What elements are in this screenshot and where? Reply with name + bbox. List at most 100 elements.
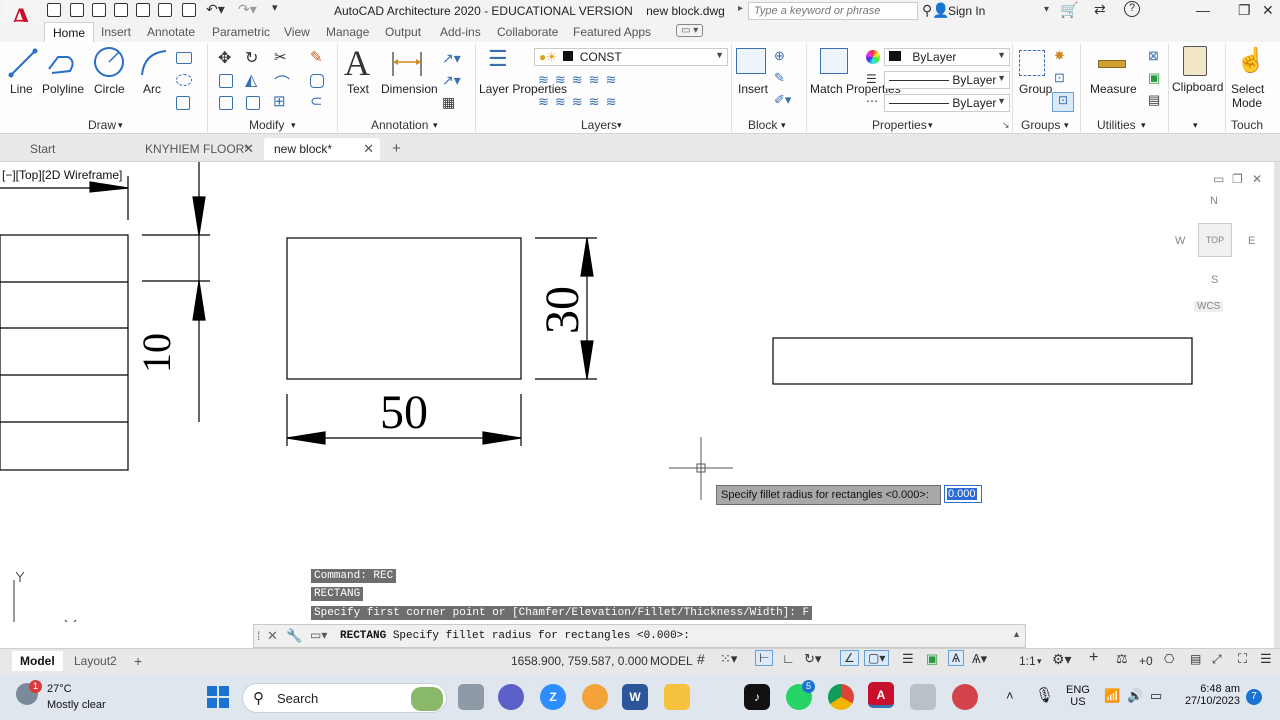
tab-output[interactable]: Output: [385, 25, 421, 39]
annotation-expand-icon[interactable]: ▾: [433, 120, 438, 131]
compass-east[interactable]: E: [1248, 235, 1255, 247]
customize-status-icon[interactable]: ☰: [1260, 651, 1272, 667]
ribbon-toggle-icon[interactable]: ▭ ▾: [676, 24, 704, 37]
polar-icon[interactable]: ∟: [782, 651, 795, 666]
groups-expand-icon[interactable]: ▾: [1064, 120, 1069, 131]
open-folder-icon[interactable]: [70, 3, 84, 17]
transparency-icon[interactable]: ▣: [926, 651, 938, 667]
taskbar-search[interactable]: ⚲ Search: [242, 683, 447, 713]
measure-icon[interactable]: [1098, 60, 1126, 68]
circle-icon[interactable]: [92, 45, 126, 79]
dynamic-input-field[interactable]: 0.000: [944, 485, 982, 503]
cursor-coordinates[interactable]: 1658.900, 759.587, 0.000: [511, 654, 648, 668]
edit-block-icon[interactable]: ✎: [774, 70, 785, 86]
windows-start-icon[interactable]: [207, 686, 229, 708]
web-save-icon[interactable]: [158, 3, 172, 17]
group-icon[interactable]: [1019, 50, 1045, 76]
leader-icon[interactable]: ↗▾: [442, 50, 461, 67]
tab-add-ins[interactable]: Add-ins: [440, 25, 481, 39]
layer-properties-icon[interactable]: ☰: [488, 46, 518, 76]
notification-count-badge[interactable]: 7: [1246, 689, 1262, 705]
linetype-dropdown[interactable]: ByLayer ▼: [884, 94, 1010, 112]
plot-icon[interactable]: [182, 3, 196, 17]
layer-tools-row2[interactable]: ≋≋≋≋≋: [538, 94, 622, 110]
ortho-icon[interactable]: ⊢: [755, 650, 774, 666]
polyline-icon[interactable]: [46, 47, 78, 79]
customize-wrench-icon[interactable]: 🔧: [286, 628, 302, 644]
move-icon[interactable]: ✥: [218, 48, 231, 68]
word-app-icon[interactable]: W: [622, 684, 648, 710]
circle-label[interactable]: Circle: [94, 82, 125, 96]
weather-description[interactable]: Mostly clear: [47, 699, 106, 711]
recorder-app-icon[interactable]: [952, 684, 978, 710]
clipboard-expand-icon[interactable]: ▾: [1193, 120, 1198, 131]
modify-expand-icon[interactable]: ▾: [291, 120, 296, 131]
color-wheel-icon[interactable]: [866, 50, 880, 64]
clock[interactable]: 6:48 am 27/10/2023: [1180, 683, 1240, 707]
select-all-icon[interactable]: ▣: [1148, 70, 1160, 86]
save-icon[interactable]: [92, 3, 106, 17]
zoom-app-icon[interactable]: Z: [540, 684, 566, 710]
compass-south[interactable]: S: [1211, 274, 1218, 286]
exchange-icon[interactable]: ⇄: [1094, 1, 1106, 18]
wifi-icon[interactable]: 📶: [1104, 688, 1120, 704]
rotate-icon[interactable]: ↻: [245, 48, 258, 68]
insert-block-icon[interactable]: [736, 48, 766, 74]
select-mode-label[interactable]: Select Mode: [1231, 82, 1264, 110]
annotation-monitor-plus-icon[interactable]: +: [1089, 649, 1098, 667]
weather-temperature[interactable]: 27°C: [47, 683, 72, 695]
panel-title-utilities[interactable]: Utilities: [1097, 118, 1136, 132]
layer-dropdown[interactable]: ●☀ CONST ▼: [534, 48, 728, 66]
panel-title-draw[interactable]: Draw: [88, 118, 116, 132]
tab-annotate[interactable]: Annotate: [147, 25, 195, 39]
doc-tab-knyhiem-floor[interactable]: KNYHIEM FLOOR* ✕: [135, 138, 260, 160]
create-block-icon[interactable]: ⊕: [774, 48, 785, 64]
trim-icon[interactable]: ✂: [274, 48, 287, 66]
fillet-icon[interactable]: ⌒: [274, 70, 290, 94]
line-label[interactable]: Line: [10, 82, 33, 96]
ungroup-icon[interactable]: ✸: [1054, 48, 1065, 64]
dimension-icon[interactable]: [390, 48, 424, 78]
panel-title-block[interactable]: Block: [748, 118, 777, 132]
annotation-scale[interactable]: 1:1: [1019, 654, 1036, 668]
show-hidden-icons-chevron[interactable]: ˄: [1006, 688, 1014, 703]
sign-in-link[interactable]: Sign In: [948, 4, 985, 18]
cart-icon[interactable]: 🛒: [1060, 1, 1079, 19]
arc-label[interactable]: Arc: [143, 82, 161, 96]
maximize-icon[interactable]: ❐: [1238, 2, 1251, 19]
tab-featured-apps[interactable]: Featured Apps: [573, 25, 651, 39]
group-label[interactable]: Group: [1019, 82, 1052, 96]
stretch-icon[interactable]: [219, 96, 233, 110]
close-tab-icon[interactable]: ✕: [363, 138, 374, 160]
insert-label[interactable]: Insert: [738, 82, 768, 96]
multileader-icon[interactable]: ↗▾: [442, 72, 461, 89]
redo-icon[interactable]: ↷▾: [238, 1, 257, 18]
tab-collaborate[interactable]: Collaborate: [497, 25, 558, 39]
file-explorer-icon[interactable]: [664, 684, 690, 710]
units-icon[interactable]: ⚖: [1116, 651, 1128, 667]
minimize-icon[interactable]: —: [1196, 2, 1210, 18]
mirror-icon[interactable]: ◭: [245, 70, 257, 90]
text-icon[interactable]: A: [344, 42, 370, 84]
utilities-expand-icon[interactable]: ▾: [1141, 120, 1146, 131]
clean-screen-icon[interactable]: ⤢: [1212, 652, 1222, 667]
new-tab-plus-icon[interactable]: +: [382, 138, 406, 160]
tab-home[interactable]: Home: [44, 22, 95, 42]
scale-icon[interactable]: [246, 96, 260, 110]
measure-label[interactable]: Measure: [1090, 82, 1137, 96]
viewcube-top-face[interactable]: TOP: [1198, 223, 1232, 257]
task-view-icon[interactable]: [458, 684, 484, 710]
properties-dialog-launcher-icon[interactable]: ↘: [1002, 120, 1010, 131]
command-line[interactable]: ⁞ ✕ 🔧 ▭▾ RECTANG Specify fillet radius f…: [253, 624, 1026, 648]
chrome-app-icon[interactable]: [828, 684, 854, 710]
scale-caret-icon[interactable]: ▾: [1037, 656, 1042, 667]
properties-expand-icon[interactable]: ▾: [928, 120, 933, 131]
panel-title-properties[interactable]: Properties: [872, 118, 927, 132]
doc-tab-new-block[interactable]: new block* ✕: [264, 138, 380, 160]
clipboard-label[interactable]: Clipboard: [1172, 80, 1223, 94]
annotation-visibility-icon[interactable]: Ѧ: [948, 650, 965, 666]
block-expand-icon[interactable]: ▾: [781, 120, 786, 131]
lineweight-dropdown[interactable]: ByLayer ▼: [884, 71, 1010, 89]
group-edit-icon[interactable]: ⊡: [1054, 70, 1065, 86]
object-snap-tracking-icon[interactable]: ∠: [840, 650, 859, 666]
